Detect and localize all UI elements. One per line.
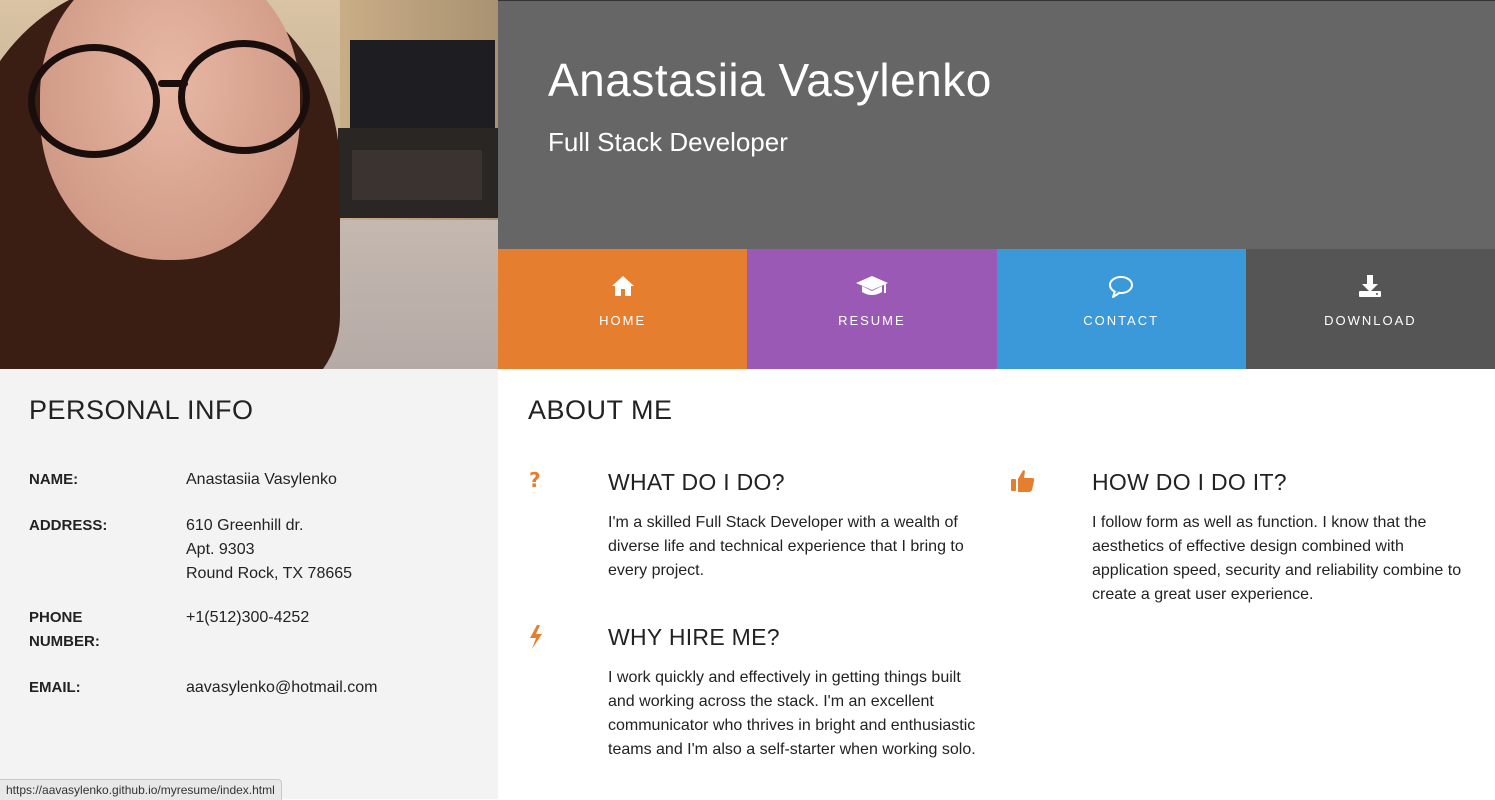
address-line-2: Apt. 9303 (186, 541, 255, 558)
header: Anastasiia Vasylenko Full Stack Develope… (498, 0, 1495, 250)
why-hire-me-text: I work quickly and effectively in gettin… (608, 669, 976, 758)
nav-resume-label: RESUME (838, 313, 906, 328)
nav-resume-button[interactable]: RESUME (747, 249, 997, 369)
personal-info-heading: PERSONAL INFO (29, 395, 254, 425)
info-row-name: NAME: Anastasiia Vasylenko (29, 468, 469, 492)
why-hire-me-block: WHY HIRE ME? I work quickly and effectiv… (528, 624, 988, 794)
name-label: NAME: (29, 471, 79, 488)
nav-contact-button[interactable]: CONTACT (996, 249, 1246, 369)
email-value: aavasylenko@hotmail.com (186, 679, 378, 696)
about-me-panel: ABOUT ME ? WHAT DO I DO? I'm a skilled F… (498, 369, 1495, 799)
how-do-i-do-it-block: HOW DO I DO IT? I follow form as well as… (1010, 469, 1480, 609)
nav-home-label: HOME (599, 313, 647, 328)
svg-text:?: ? (529, 469, 541, 491)
what-do-i-do-text: I'm a skilled Full Stack Developer with … (608, 514, 964, 579)
about-me-heading: ABOUT ME (528, 395, 673, 425)
info-row-address: ADDRESS: 610 Greenhill dr. Apt. 9303 Rou… (29, 514, 469, 586)
what-do-i-do-title: WHAT DO I DO? (608, 469, 785, 495)
address-line-1: 610 Greenhill dr. (186, 517, 304, 534)
email-label: EMAIL: (29, 679, 81, 696)
phone-label-line-1: PHONE (29, 609, 83, 626)
address-label: ADDRESS: (29, 517, 108, 534)
nav-download-button[interactable]: DOWNLOAD (1245, 249, 1495, 369)
job-title: Full Stack Developer (548, 127, 788, 157)
how-do-i-do-it-title: HOW DO I DO IT? (1092, 469, 1287, 495)
info-row-phone: PHONE NUMBER: +1(512)300-4252 (29, 606, 469, 654)
address-value: 610 Greenhill dr. Apt. 9303 Round Rock, … (186, 514, 466, 586)
name-value: Anastasiia Vasylenko (186, 471, 337, 488)
lightning-bolt-icon (530, 625, 542, 649)
phone-label-line-2: NUMBER: (29, 633, 100, 650)
how-do-i-do-it-text: I follow form as well as function. I kno… (1092, 514, 1462, 603)
nav-contact-label: CONTACT (1083, 313, 1160, 328)
personal-info-panel: PERSONAL INFO NAME: Anastasiia Vasylenko… (0, 369, 498, 799)
nav-home-button[interactable]: HOME (498, 249, 748, 369)
graduation-cap-icon (855, 276, 888, 295)
nav-download-label: DOWNLOAD (1324, 313, 1417, 328)
profile-photo (0, 0, 498, 369)
page-title: Anastasiia Vasylenko (548, 54, 992, 106)
question-mark-icon: ? (529, 469, 541, 491)
info-row-email: EMAIL: aavasylenko@hotmail.com (29, 676, 469, 700)
main-nav: HOME RESUME CONTACT DOWNLOAD (498, 249, 1495, 369)
address-line-3: Round Rock, TX 78665 (186, 565, 353, 582)
thumbs-up-icon (1011, 470, 1035, 492)
what-do-i-do-block: ? WHAT DO I DO? I'm a skilled Full Stack… (528, 469, 988, 589)
browser-status-bar: https://aavasylenko.github.io/myresume/i… (0, 779, 282, 800)
download-icon (1359, 275, 1382, 297)
home-icon (611, 276, 634, 296)
phone-value: +1(512)300-4252 (186, 609, 310, 626)
why-hire-me-title: WHY HIRE ME? (608, 624, 780, 650)
speech-bubble-icon (1109, 276, 1134, 298)
phone-label: PHONE NUMBER: (29, 606, 149, 654)
